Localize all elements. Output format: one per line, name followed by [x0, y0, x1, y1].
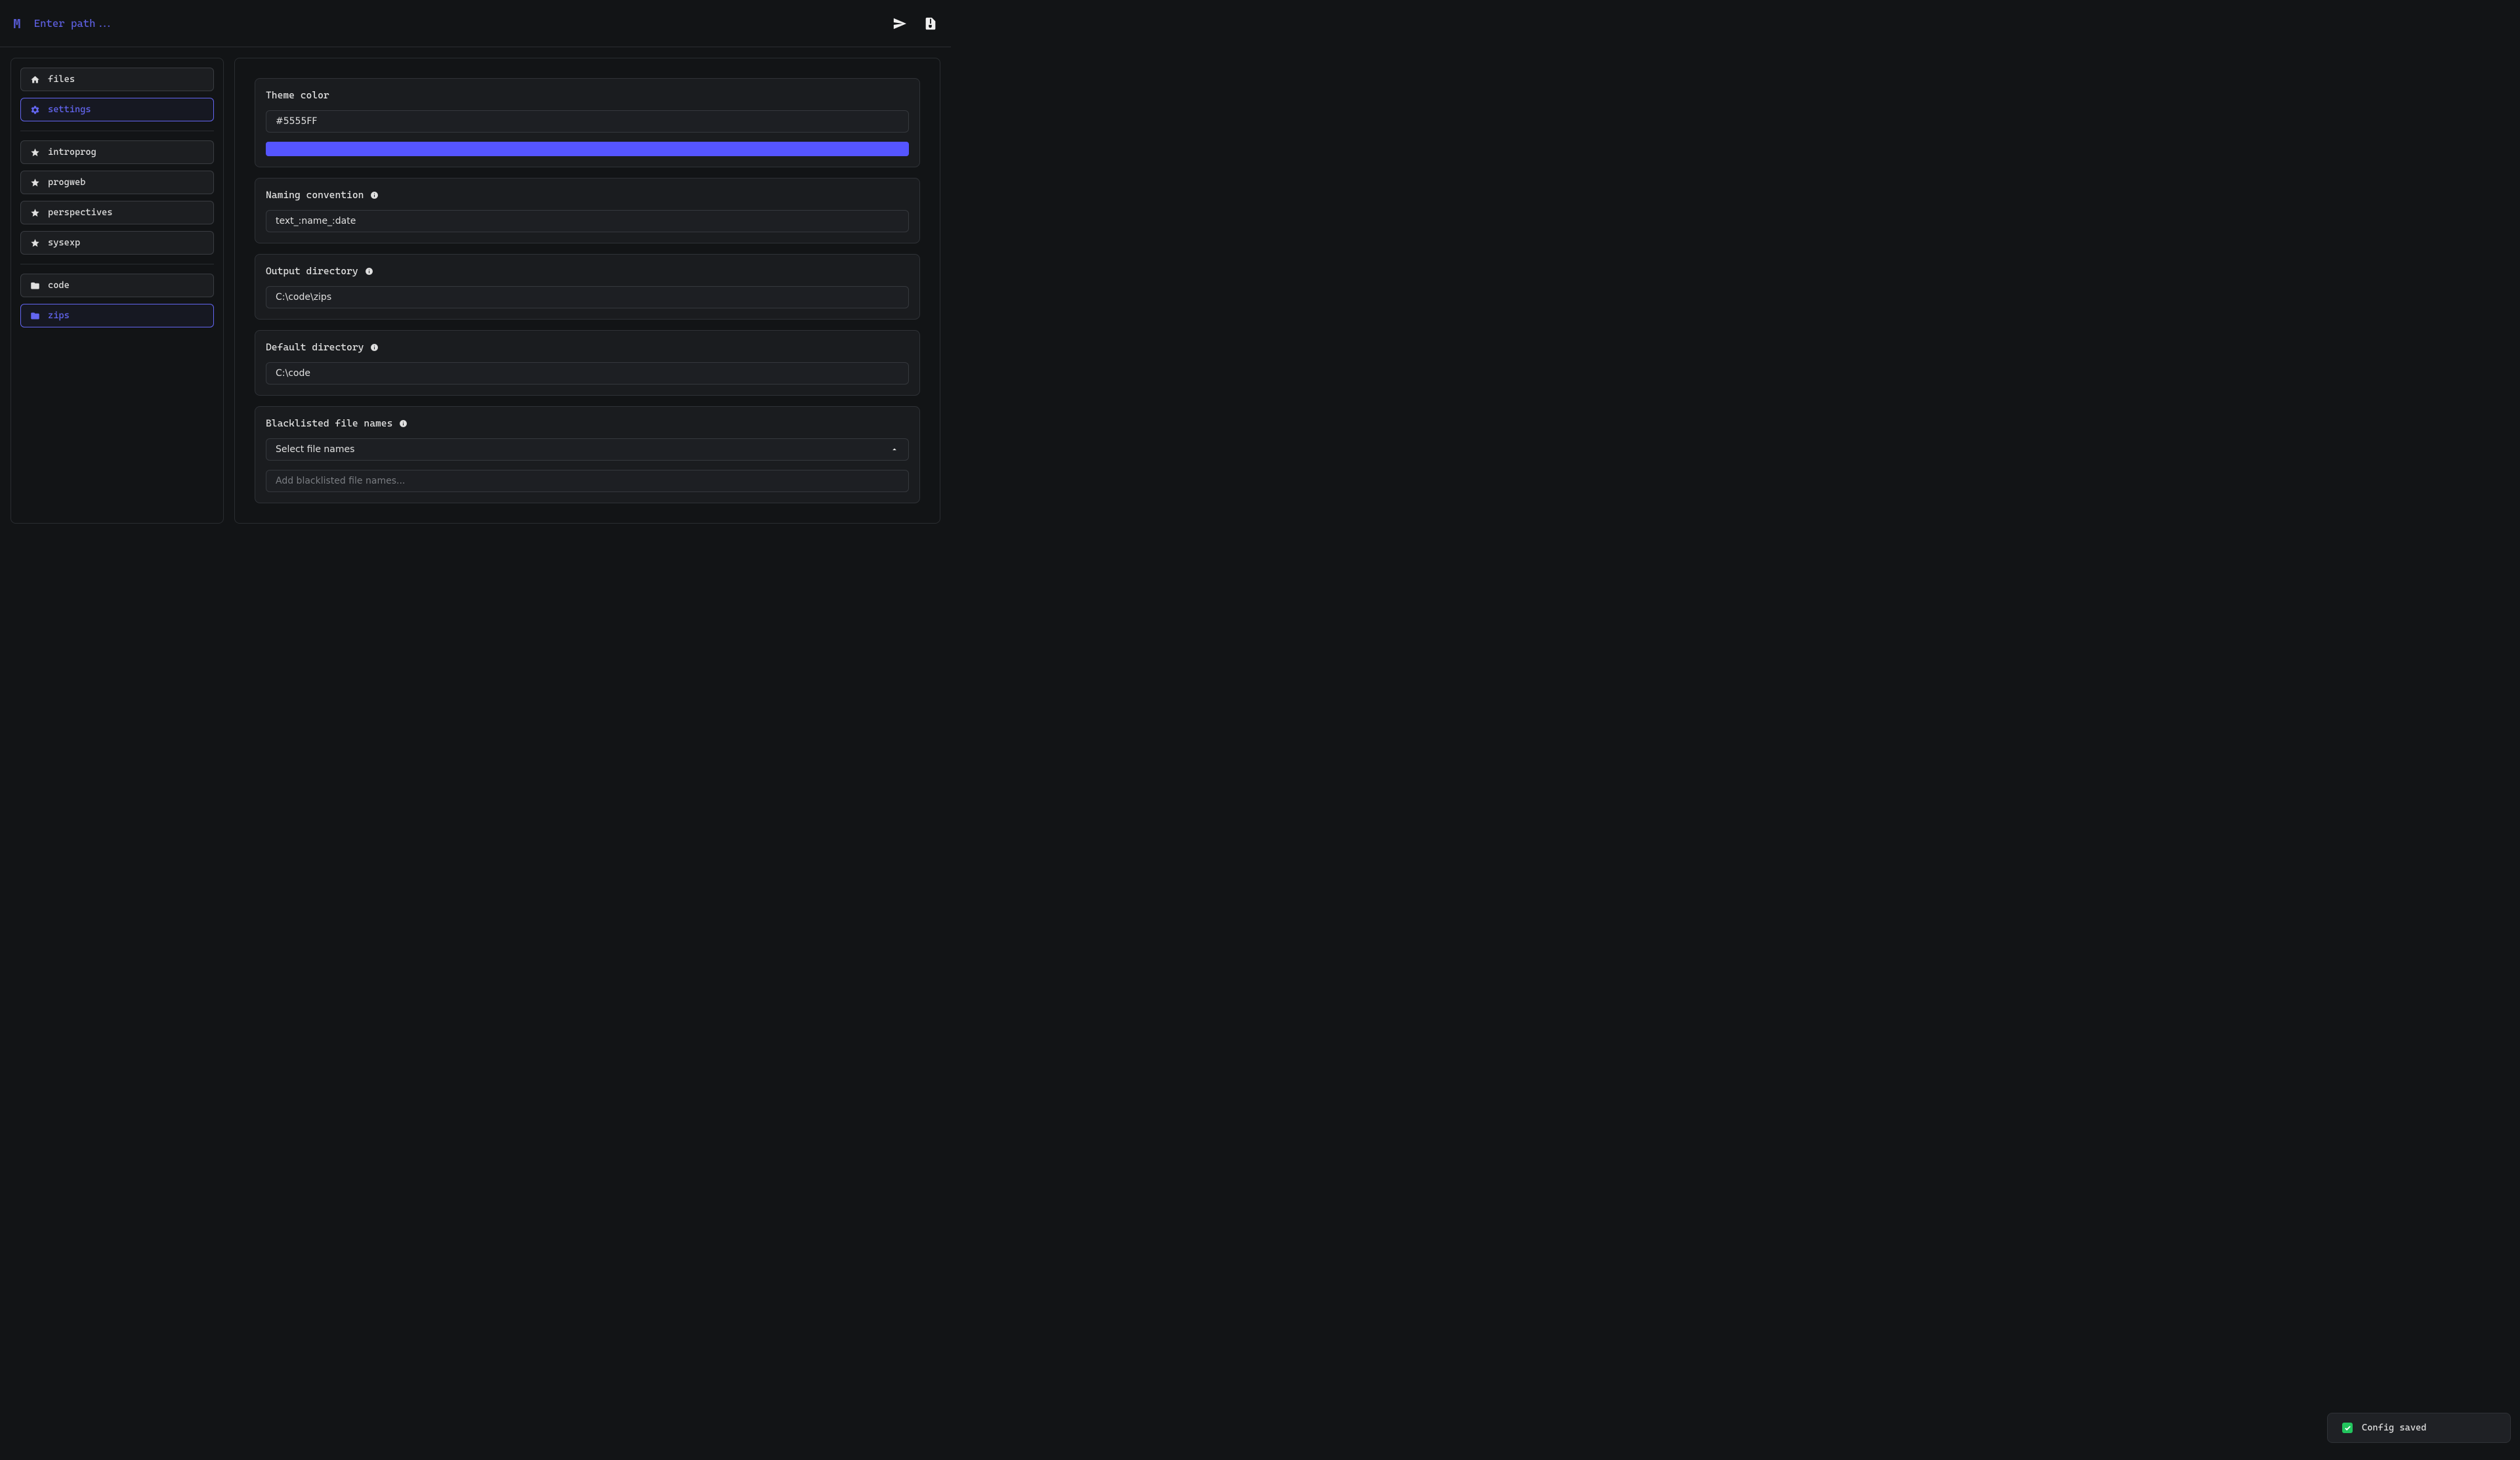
- star-icon: [30, 148, 40, 157]
- chevron-up-icon: [890, 445, 899, 454]
- path-input[interactable]: [34, 17, 879, 30]
- naming-convention-card: Naming convention: [255, 178, 920, 243]
- toast-message: Config saved: [2362, 1423, 2426, 1433]
- folder-icon: [30, 281, 40, 291]
- sidebar: files settings introprog progweb perspec…: [10, 58, 224, 524]
- sidebar-item-label: code: [48, 280, 70, 291]
- zip-file-icon[interactable]: [923, 16, 938, 31]
- sidebar-fav-perspectives[interactable]: perspectives: [20, 201, 214, 224]
- info-icon[interactable]: [370, 343, 379, 352]
- sidebar-folder-zips[interactable]: zips: [20, 304, 214, 327]
- blacklist-card: Blacklisted file names Select file names: [255, 406, 920, 503]
- sidebar-folder-code[interactable]: code: [20, 274, 214, 297]
- toast-notification: Config saved: [2327, 1413, 2511, 1443]
- check-icon: [2342, 1423, 2353, 1433]
- label-text: Default directory: [266, 341, 364, 353]
- topbar: M: [0, 0, 951, 47]
- select-placeholder: Select file names: [276, 444, 354, 455]
- star-icon: [30, 238, 40, 248]
- sidebar-fav-introprog[interactable]: introprog: [20, 140, 214, 164]
- theme-color-preview[interactable]: [266, 142, 909, 156]
- label-text: Theme color: [266, 89, 329, 101]
- sidebar-item-label: introprog: [48, 147, 96, 157]
- label-text: Output directory: [266, 265, 358, 277]
- gear-icon: [30, 105, 40, 115]
- label-text: Blacklisted file names: [266, 417, 392, 429]
- blacklist-label: Blacklisted file names: [266, 417, 909, 429]
- home-icon: [30, 75, 40, 85]
- output-directory-input[interactable]: [266, 286, 909, 308]
- star-icon: [30, 208, 40, 218]
- theme-color-card: Theme color: [255, 78, 920, 167]
- star-icon: [30, 178, 40, 188]
- send-icon[interactable]: [892, 16, 907, 31]
- default-directory-input[interactable]: [266, 362, 909, 385]
- app-logo: M: [13, 16, 21, 31]
- sidebar-fav-sysexp[interactable]: sysexp: [20, 231, 214, 255]
- sidebar-item-label: settings: [48, 104, 91, 115]
- default-directory-label: Default directory: [266, 341, 909, 353]
- theme-color-input[interactable]: [266, 110, 909, 133]
- blacklist-select[interactable]: Select file names: [266, 438, 909, 461]
- default-directory-card: Default directory: [255, 330, 920, 396]
- output-directory-label: Output directory: [266, 265, 909, 277]
- sidebar-fav-progweb[interactable]: progweb: [20, 171, 214, 194]
- sidebar-item-files[interactable]: files: [20, 68, 214, 91]
- sidebar-item-label: progweb: [48, 177, 85, 188]
- settings-panel: Theme color Naming convention Output dir…: [234, 58, 940, 524]
- sidebar-item-label: zips: [48, 310, 70, 321]
- sidebar-item-label: sysexp: [48, 238, 80, 248]
- layout: files settings introprog progweb perspec…: [0, 47, 951, 534]
- output-directory-card: Output directory: [255, 254, 920, 320]
- naming-convention-label: Naming convention: [266, 189, 909, 201]
- folder-icon: [30, 311, 40, 321]
- info-icon[interactable]: [399, 419, 408, 428]
- blacklist-add-input[interactable]: [266, 470, 909, 492]
- info-icon[interactable]: [365, 267, 373, 276]
- info-icon[interactable]: [370, 191, 379, 199]
- sidebar-item-label: perspectives: [48, 207, 112, 218]
- naming-convention-input[interactable]: [266, 210, 909, 232]
- topbar-actions: [892, 16, 938, 31]
- label-text: Naming convention: [266, 189, 364, 201]
- sidebar-item-settings[interactable]: settings: [20, 98, 214, 121]
- theme-color-label: Theme color: [266, 89, 909, 101]
- sidebar-item-label: files: [48, 74, 75, 85]
